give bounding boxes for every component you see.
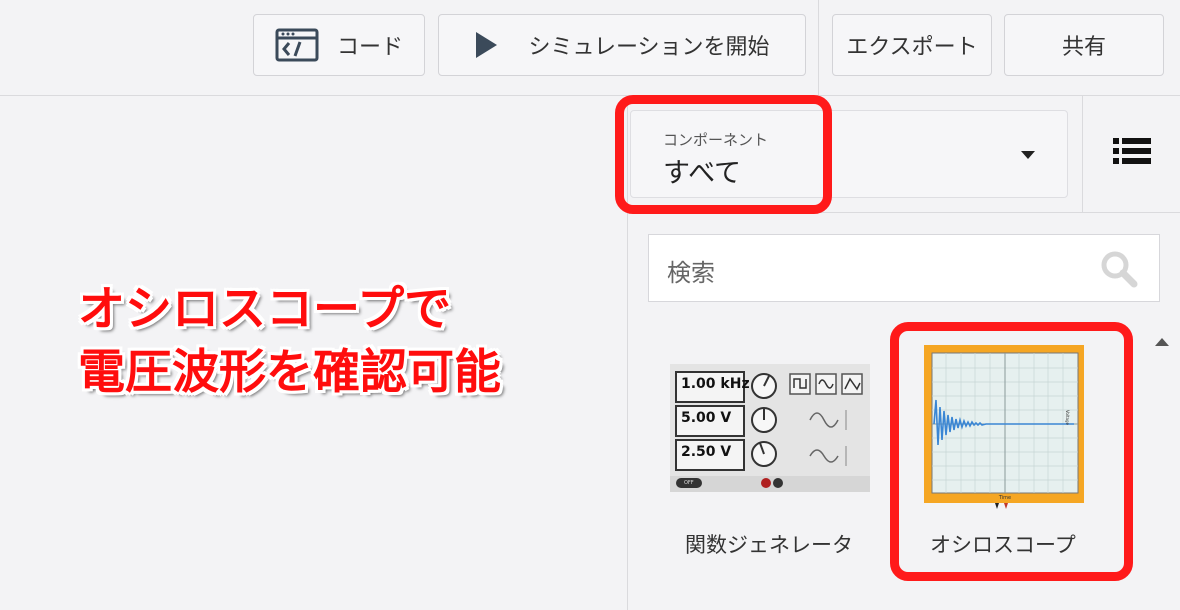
- search-placeholder: 検索: [667, 259, 715, 287]
- code-button-label: コード: [336, 35, 403, 60]
- frequency-display: 1.00 kHz: [681, 376, 750, 392]
- panel-divider: [1082, 96, 1083, 212]
- offset-display: 2.50 V: [681, 444, 732, 460]
- caret-down-icon: [1021, 151, 1035, 159]
- share-button[interactable]: 共有: [1004, 14, 1164, 76]
- code-button[interactable]: コード: [253, 14, 425, 76]
- scroll-up-arrow[interactable]: [1155, 338, 1169, 346]
- magnifier-icon[interactable]: [1099, 249, 1139, 293]
- export-button-label: エクスポート: [846, 35, 978, 60]
- power-switch-label: OFF: [684, 480, 694, 486]
- function-generator-thumbnail[interactable]: 1.00 kHz 5.00 V 2.50 V OFF: [670, 364, 870, 492]
- oscilloscope-highlight-box: [890, 322, 1133, 581]
- list-view-icon[interactable]: [1113, 137, 1151, 169]
- start-simulation-button[interactable]: シミュレーションを開始: [438, 14, 806, 76]
- export-button[interactable]: エクスポート: [832, 14, 992, 76]
- function-generator-label: 関数ジェネレータ: [685, 533, 853, 557]
- toolbar-divider: [818, 0, 819, 95]
- share-button-label: 共有: [1061, 35, 1106, 60]
- dropdown-highlight-box: [615, 95, 832, 214]
- annotation-line-2: 電圧波形を確認可能: [78, 345, 501, 400]
- top-toolbar: コード シミュレーションを開始 エクスポート 共有: [0, 0, 1180, 96]
- play-icon: [474, 31, 498, 59]
- annotation-line-1: オシロスコープで: [78, 282, 452, 337]
- search-input[interactable]: 検索: [648, 234, 1160, 302]
- code-window-icon: [275, 28, 319, 62]
- amplitude-display: 5.00 V: [681, 410, 732, 426]
- start-simulation-label: シミュレーションを開始: [528, 35, 770, 60]
